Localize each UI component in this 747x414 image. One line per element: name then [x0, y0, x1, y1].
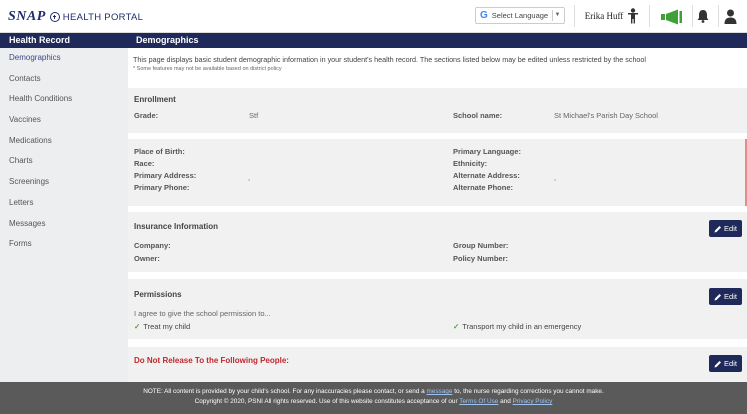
primary-language-label: Primary Language: — [453, 147, 521, 156]
pencil-icon — [714, 293, 722, 300]
do-not-release-section: Do Not Release To the Following People: … — [128, 347, 747, 382]
logo[interactable]: SNAP HEALTH PORTAL — [8, 9, 143, 25]
checkmark-icon: ✓ — [134, 322, 141, 331]
checkmark-icon: ✓ — [453, 322, 460, 331]
terms-of-use-link[interactable]: Terms Of Use — [459, 398, 498, 405]
permissions-edit-button[interactable]: Edit — [709, 288, 742, 305]
privacy-policy-link[interactable]: Privacy Policy — [513, 398, 553, 405]
treat-permission: ✓ Treat my child — [134, 322, 190, 331]
company-label: Company: — [134, 241, 171, 250]
enrollment-section: Enrollment Grade: Stf School name: St Mi… — [128, 88, 747, 133]
child-icon — [628, 8, 639, 24]
permissions-edit-label: Edit — [724, 292, 737, 301]
copyright-text: Copyright © 2020, PSNI All rights reserv… — [194, 398, 458, 405]
school-name-value: St Michael's Parish Day School — [554, 111, 658, 120]
grade-value: Stf — [249, 111, 259, 120]
person-icon — [724, 9, 737, 24]
sidebar-item-forms[interactable]: Forms — [0, 234, 128, 255]
race-label: Race: — [134, 159, 155, 168]
user-name: Erika Huff — [584, 11, 624, 21]
logo-portal-text: HEALTH PORTAL — [62, 11, 144, 23]
sidebar-item-medications[interactable]: Medications — [0, 131, 128, 152]
footer-note-text-b: to, the nurse regarding corrections you … — [454, 388, 604, 395]
google-g-icon: G — [480, 10, 488, 21]
notifications-button[interactable] — [692, 5, 712, 27]
message-link[interactable]: message — [426, 388, 452, 395]
permissions-section: Permissions Edit I agree to give the sch… — [128, 279, 747, 339]
logo-snap-text: SNAP — [8, 9, 46, 24]
user-menu[interactable]: Erika Huff — [574, 5, 650, 27]
language-select[interactable]: G Select Language ▼ — [475, 7, 565, 24]
do-not-release-edit-button[interactable]: Edit — [709, 355, 742, 372]
do-not-release-title: Do Not Release To the Following People: — [134, 356, 289, 365]
plus-circle-icon — [49, 12, 60, 22]
footer: NOTE: All content is provided by your ch… — [0, 382, 747, 414]
sidebar-item-vaccines[interactable]: Vaccines — [0, 110, 128, 131]
intro-description: This page displays basic student demogra… — [133, 55, 647, 64]
owner-label: Owner: — [134, 254, 160, 263]
alternate-address-label: Alternate Address: — [453, 171, 520, 180]
do-not-release-edit-label: Edit — [724, 359, 737, 368]
page-title: Demographics — [128, 33, 747, 48]
primary-address-label: Primary Address: — [134, 171, 197, 180]
footer-note-text-a: NOTE: All content is provided by your ch… — [143, 388, 425, 395]
sidebar-item-screenings[interactable]: Screenings — [0, 172, 128, 193]
sidebar-title: Health Record — [0, 33, 128, 48]
language-select-label: Select Language — [491, 11, 549, 20]
transport-permission: ✓ Transport my child in an emergency — [453, 322, 581, 331]
sidebar-item-demographics[interactable]: Demographics — [0, 48, 128, 69]
alternate-address-value: , — [554, 173, 557, 182]
footer-note: NOTE: All content is provided by your ch… — [0, 387, 747, 397]
top-bar: SNAP HEALTH PORTAL G Select Language ▼ E… — [0, 0, 747, 33]
and-text: and — [500, 398, 511, 405]
sidebar-item-charts[interactable]: Charts — [0, 151, 128, 172]
alternate-phone-label: Alternate Phone: — [453, 183, 514, 192]
treat-permission-label: Treat my child — [143, 322, 191, 331]
group-number-label: Group Number: — [453, 241, 509, 250]
pencil-icon — [714, 360, 722, 367]
pencil-icon — [714, 225, 722, 232]
sidebar: Health Record Demographics Contacts Heal… — [0, 33, 128, 382]
insurance-edit-label: Edit — [724, 224, 737, 233]
personal-info-section: Place of Birth: Race: Primary Address: ,… — [128, 139, 747, 206]
permissions-description: I agree to give the school permission to… — [134, 309, 271, 318]
grade-label: Grade: — [134, 111, 159, 120]
transport-permission-label: Transport my child in an emergency — [462, 322, 582, 331]
school-name-label: School name: — [453, 111, 503, 120]
ethnicity-label: Ethnicity: — [453, 159, 488, 168]
megaphone-icon[interactable] — [660, 9, 684, 25]
primary-address-value: , — [248, 173, 251, 182]
sidebar-item-health-conditions[interactable]: Health Conditions — [0, 89, 128, 110]
insurance-title: Insurance Information — [134, 222, 219, 231]
sidebar-item-contacts[interactable]: Contacts — [0, 69, 128, 90]
insurance-section: Insurance Information Edit Company: Owne… — [128, 212, 747, 272]
insurance-edit-button[interactable]: Edit — [709, 220, 742, 237]
enrollment-title: Enrollment — [134, 95, 176, 104]
account-button[interactable] — [718, 5, 742, 27]
bell-icon — [697, 10, 708, 23]
footer-copyright: Copyright © 2020, PSNI All rights reserv… — [0, 397, 747, 407]
chevron-down-icon: ▼ — [552, 10, 562, 21]
sidebar-item-letters[interactable]: Letters — [0, 193, 128, 214]
permissions-title: Permissions — [134, 290, 182, 299]
policy-number-label: Policy Number: — [453, 254, 509, 263]
intro-text: This page displays basic student demogra… — [133, 55, 743, 74]
sidebar-item-messages[interactable]: Messages — [0, 214, 128, 235]
primary-phone-label: Primary Phone: — [134, 183, 190, 192]
place-of-birth-label: Place of Birth: — [134, 147, 185, 156]
intro-note: * Some features may not be available bas… — [133, 66, 282, 72]
